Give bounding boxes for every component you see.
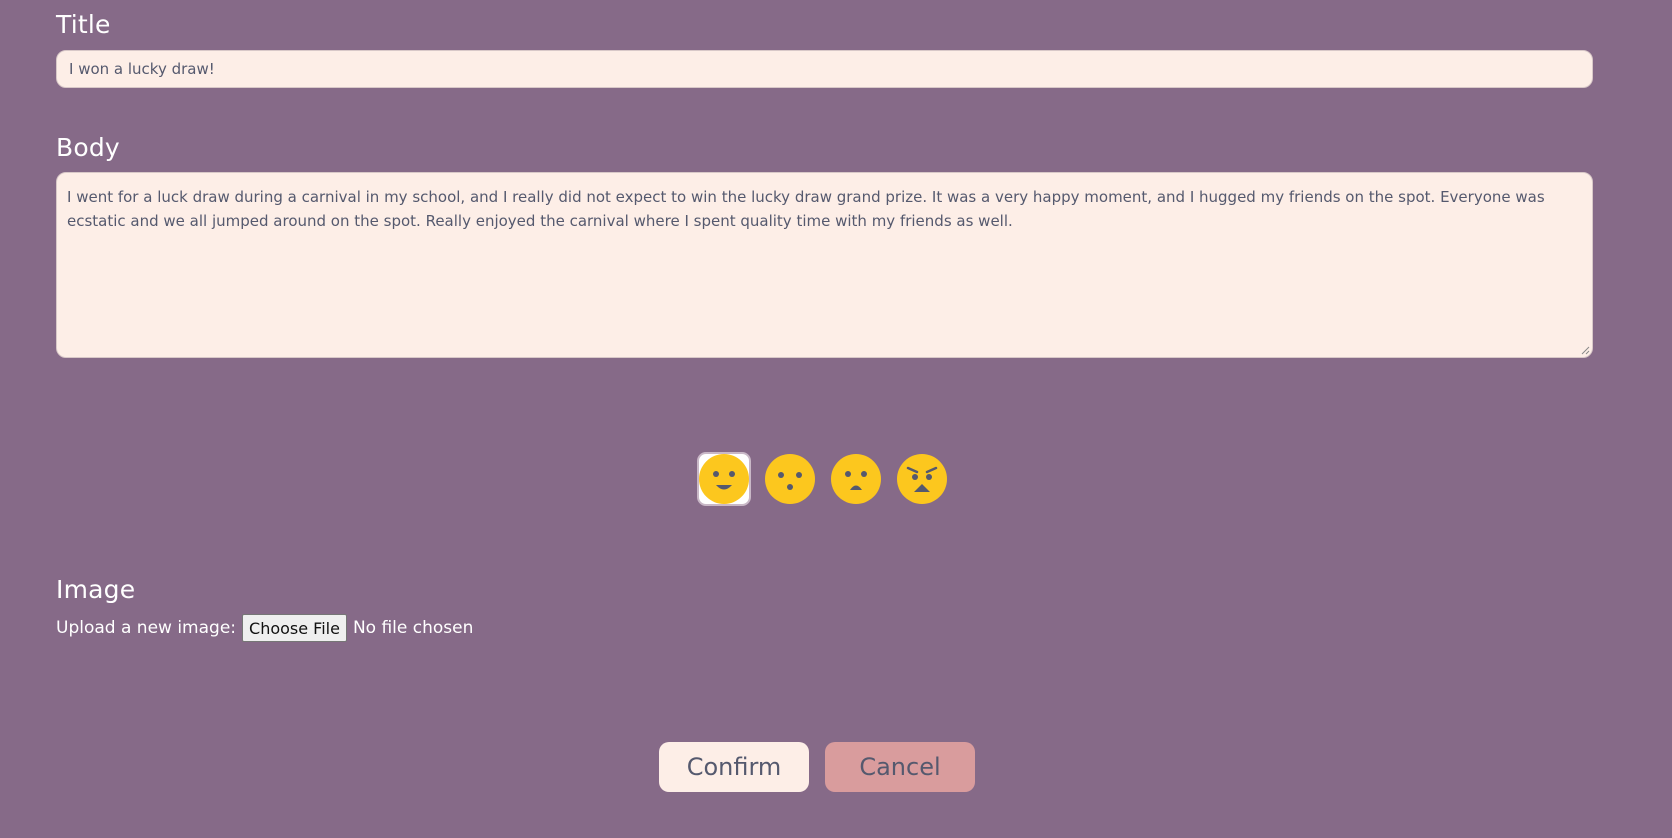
cancel-button[interactable]: Cancel xyxy=(825,742,975,792)
file-status: No file chosen xyxy=(352,618,474,638)
image-label: Image xyxy=(56,575,136,604)
upload-label: Upload a new image: xyxy=(56,618,237,638)
mood-option-sad[interactable] xyxy=(829,452,883,506)
body-label: Body xyxy=(56,133,120,162)
title-label: Title xyxy=(56,10,111,39)
image-upload-row: Upload a new image: Choose File No file … xyxy=(56,614,473,642)
mood-selector xyxy=(697,452,949,506)
choose-file-button[interactable]: Choose File xyxy=(242,614,347,642)
surprised-face-icon xyxy=(765,454,815,504)
happy-face-icon xyxy=(699,454,749,504)
resize-grip-icon[interactable] xyxy=(1580,345,1590,355)
angry-face-icon xyxy=(897,454,947,504)
title-input[interactable]: I won a lucky draw! xyxy=(56,50,1593,88)
mood-option-angry[interactable] xyxy=(895,452,949,506)
body-textarea[interactable]: I went for a luck draw during a carnival… xyxy=(56,172,1593,358)
confirm-button[interactable]: Confirm xyxy=(659,742,809,792)
sad-face-icon xyxy=(831,454,881,504)
mood-option-surprised[interactable] xyxy=(763,452,817,506)
mood-option-happy[interactable] xyxy=(697,452,751,506)
body-text: I went for a luck draw during a carnival… xyxy=(67,188,1545,230)
